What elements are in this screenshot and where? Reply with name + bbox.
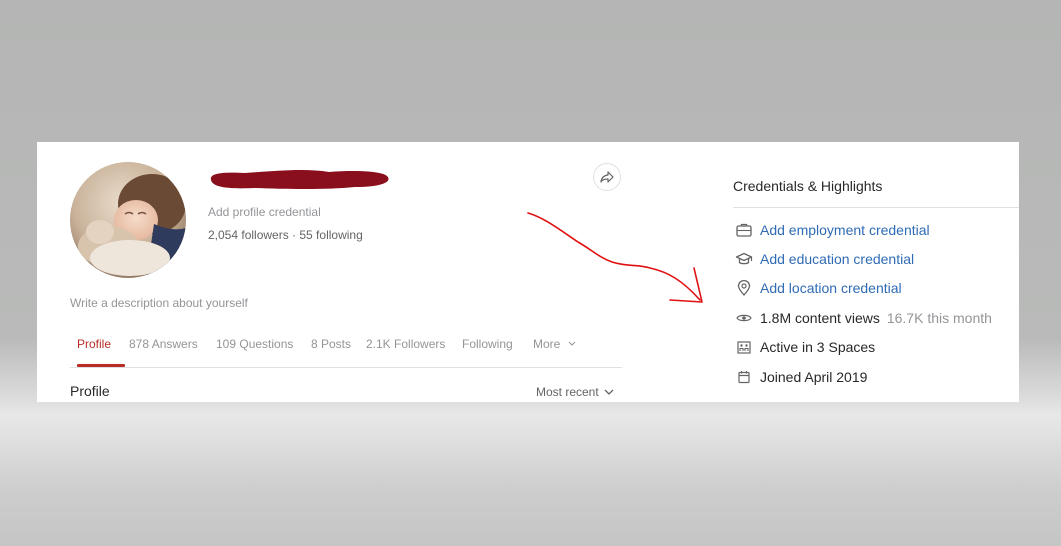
avatar[interactable] [70, 162, 186, 278]
spaces-row: Active in 3 Spaces [735, 338, 875, 356]
tab-posts[interactable]: 8 Posts [311, 337, 351, 351]
tab-profile[interactable]: Profile [77, 337, 111, 351]
spaces-icon [735, 338, 753, 356]
sort-dropdown[interactable]: Most recent [536, 385, 615, 399]
add-location-credential-link[interactable]: Add location credential [760, 280, 902, 296]
tab-answers[interactable]: 878 Answers [129, 337, 198, 351]
avatar-photo [70, 162, 186, 278]
add-employment-credential-link[interactable]: Add employment credential [760, 222, 930, 238]
graduation-cap-icon [735, 250, 753, 268]
tab-questions[interactable]: 109 Questions [216, 337, 293, 351]
follower-stats[interactable]: 2,054 followers · 55 following [208, 228, 363, 242]
calendar-icon [735, 368, 753, 386]
content-views: 1.8M content views [760, 310, 880, 326]
active-spaces[interactable]: Active in 3 Spaces [760, 339, 875, 355]
location-credential-row[interactable]: Add location credential [735, 279, 902, 297]
active-tab-indicator [77, 364, 125, 367]
tab-more-label: More [533, 337, 561, 351]
eye-icon [735, 309, 753, 327]
joined-row: Joined April 2019 [735, 368, 867, 386]
chevron-down-icon [604, 389, 614, 395]
divider [733, 207, 1019, 208]
description-placeholder[interactable]: Write a description about yourself [70, 296, 248, 310]
employment-credential-row[interactable]: Add employment credential [735, 221, 930, 239]
profile-credential-placeholder[interactable]: Add profile credential [208, 205, 321, 219]
tab-more[interactable]: More [533, 337, 577, 351]
sort-label: Most recent [536, 385, 599, 399]
redacted-name [210, 170, 389, 189]
joined-date: Joined April 2019 [760, 369, 868, 385]
chevron-down-icon [568, 341, 576, 346]
add-education-credential-link[interactable]: Add education credential [760, 251, 914, 267]
content-views-row: 1.8M content views 16.7K this month [735, 309, 992, 327]
content-views-month: 16.7K this month [886, 310, 992, 326]
education-credential-row[interactable]: Add education credential [735, 250, 914, 268]
share-arrow-icon [600, 171, 614, 183]
section-title: Profile [70, 383, 110, 399]
credentials-title: Credentials & Highlights [733, 178, 883, 194]
briefcase-icon [735, 221, 753, 239]
tab-following[interactable]: Following [462, 337, 513, 351]
share-button[interactable] [593, 163, 621, 191]
profile-tabs: Profile 878 Answers 109 Questions 8 Post… [70, 328, 622, 368]
profile-card: Add profile credential 2,054 followers ·… [37, 142, 1019, 402]
location-pin-icon [735, 279, 753, 297]
tab-followers[interactable]: 2.1K Followers [366, 337, 445, 351]
